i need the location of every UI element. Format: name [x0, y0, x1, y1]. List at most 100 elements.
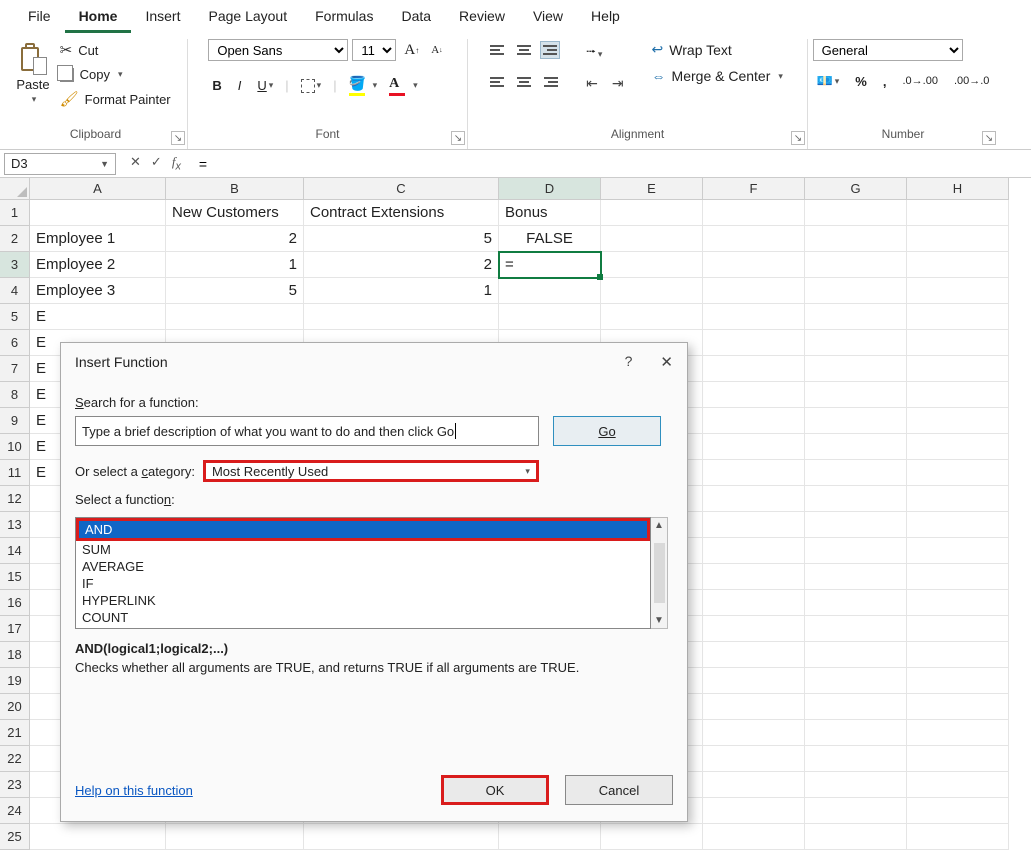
menu-review[interactable]: Review: [445, 4, 519, 33]
comma-style-button[interactable]: ,: [879, 72, 891, 91]
function-item-if[interactable]: IF: [76, 575, 650, 592]
row-header-16[interactable]: 16: [0, 590, 30, 616]
column-header-G[interactable]: G: [805, 178, 907, 200]
row-header-7[interactable]: 7: [0, 356, 30, 382]
row-header-17[interactable]: 17: [0, 616, 30, 642]
cell-C5[interactable]: [304, 304, 499, 330]
close-icon[interactable]: ✕: [660, 353, 673, 371]
cell-H15[interactable]: [907, 564, 1009, 590]
cell-B2[interactable]: 2: [166, 226, 304, 252]
cell-F9[interactable]: [703, 408, 805, 434]
cell-G14[interactable]: [805, 538, 907, 564]
row-header-5[interactable]: 5: [0, 304, 30, 330]
align-center-button[interactable]: [514, 73, 534, 91]
cell-H8[interactable]: [907, 382, 1009, 408]
cell-G20[interactable]: [805, 694, 907, 720]
cell-A4[interactable]: Employee 3: [30, 278, 166, 304]
cell-G25[interactable]: [805, 824, 907, 850]
font-color-button[interactable]: A: [385, 73, 403, 98]
column-header-A[interactable]: A: [30, 178, 166, 200]
cell-C3[interactable]: 2: [304, 252, 499, 278]
menu-home[interactable]: Home: [65, 4, 132, 33]
column-header-F[interactable]: F: [703, 178, 805, 200]
cell-F11[interactable]: [703, 460, 805, 486]
align-right-button[interactable]: [540, 73, 560, 91]
cell-H5[interactable]: [907, 304, 1009, 330]
cell-F22[interactable]: [703, 746, 805, 772]
cell-H24[interactable]: [907, 798, 1009, 824]
row-header-3[interactable]: 3: [0, 252, 30, 278]
scroll-up-icon[interactable]: ▲: [654, 520, 664, 531]
cell-D3[interactable]: =: [499, 252, 601, 278]
cell-G1[interactable]: [805, 200, 907, 226]
cell-G10[interactable]: [805, 434, 907, 460]
cell-C25[interactable]: [304, 824, 499, 850]
cell-F25[interactable]: [703, 824, 805, 850]
dialog-launcher-icon[interactable]: ↘: [791, 131, 805, 145]
row-header-22[interactable]: 22: [0, 746, 30, 772]
cell-F2[interactable]: [703, 226, 805, 252]
cell-H12[interactable]: [907, 486, 1009, 512]
fx-icon[interactable]: fx: [172, 154, 181, 173]
cell-B3[interactable]: 1: [166, 252, 304, 278]
function-item-and[interactable]: AND: [76, 518, 650, 541]
cell-A5[interactable]: E: [30, 304, 166, 330]
cell-F3[interactable]: [703, 252, 805, 278]
number-format-select[interactable]: General: [813, 39, 963, 61]
cut-button[interactable]: ✂Cut: [56, 39, 175, 61]
cell-H16[interactable]: [907, 590, 1009, 616]
cell-H20[interactable]: [907, 694, 1009, 720]
row-header-24[interactable]: 24: [0, 798, 30, 824]
cell-E2[interactable]: [601, 226, 703, 252]
row-header-10[interactable]: 10: [0, 434, 30, 460]
menu-view[interactable]: View: [519, 4, 577, 33]
cell-D2[interactable]: FALSE: [499, 226, 601, 252]
cell-G17[interactable]: [805, 616, 907, 642]
row-header-15[interactable]: 15: [0, 564, 30, 590]
cell-F13[interactable]: [703, 512, 805, 538]
cell-F8[interactable]: [703, 382, 805, 408]
cell-H9[interactable]: [907, 408, 1009, 434]
cell-F1[interactable]: [703, 200, 805, 226]
cell-H19[interactable]: [907, 668, 1009, 694]
row-header-14[interactable]: 14: [0, 538, 30, 564]
cell-F20[interactable]: [703, 694, 805, 720]
cell-G5[interactable]: [805, 304, 907, 330]
cancel-formula-button[interactable]: ✕: [130, 154, 141, 173]
function-item-hyperlink[interactable]: HYPERLINK: [76, 592, 650, 609]
menu-file[interactable]: File: [14, 4, 65, 33]
cell-C4[interactable]: 1: [304, 278, 499, 304]
cell-F17[interactable]: [703, 616, 805, 642]
cell-F14[interactable]: [703, 538, 805, 564]
cell-A1[interactable]: [30, 200, 166, 226]
cell-H2[interactable]: [907, 226, 1009, 252]
name-box[interactable]: D3▼: [4, 153, 116, 175]
formula-input[interactable]: [191, 156, 1031, 172]
dialog-launcher-icon[interactable]: ↘: [171, 131, 185, 145]
cell-F23[interactable]: [703, 772, 805, 798]
row-header-25[interactable]: 25: [0, 824, 30, 850]
row-header-2[interactable]: 2: [0, 226, 30, 252]
cell-E25[interactable]: [601, 824, 703, 850]
cell-F16[interactable]: [703, 590, 805, 616]
format-painter-button[interactable]: 🖌Format Painter: [56, 88, 175, 110]
cell-G11[interactable]: [805, 460, 907, 486]
row-header-1[interactable]: 1: [0, 200, 30, 226]
cancel-button[interactable]: Cancel: [565, 775, 673, 805]
cell-A2[interactable]: Employee 1: [30, 226, 166, 252]
help-icon[interactable]: ?: [625, 353, 633, 371]
accounting-format-button[interactable]: 💶▾: [813, 71, 844, 91]
cell-G8[interactable]: [805, 382, 907, 408]
cell-B4[interactable]: 5: [166, 278, 304, 304]
cell-H23[interactable]: [907, 772, 1009, 798]
align-left-button[interactable]: [488, 73, 508, 91]
wrap-text-button[interactable]: ↩Wrap Text: [648, 39, 787, 60]
font-name-select[interactable]: Open Sans: [208, 39, 348, 61]
cell-B25[interactable]: [166, 824, 304, 850]
cell-G2[interactable]: [805, 226, 907, 252]
cell-G6[interactable]: [805, 330, 907, 356]
underline-button[interactable]: U▾: [253, 76, 277, 95]
align-bottom-button[interactable]: [540, 41, 560, 59]
fill-color-button[interactable]: 🪣: [345, 73, 363, 98]
cell-H22[interactable]: [907, 746, 1009, 772]
